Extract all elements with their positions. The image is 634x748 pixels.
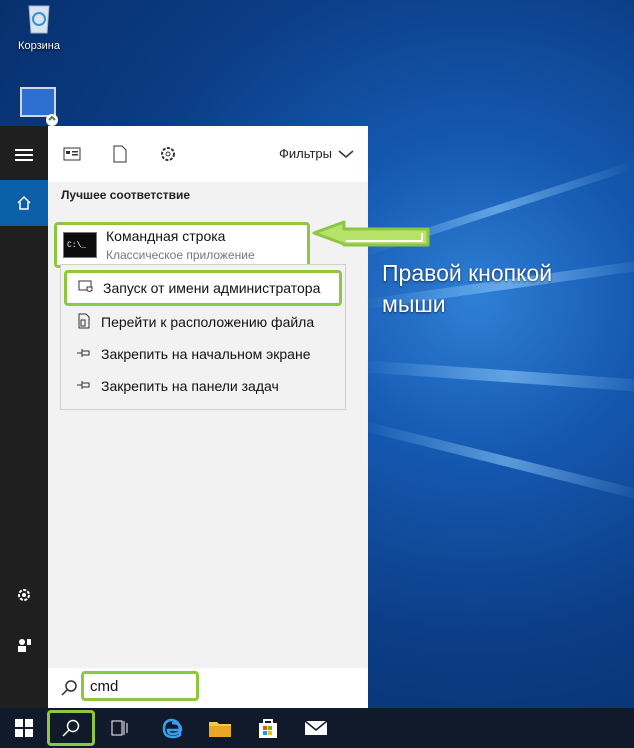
pin-icon (73, 347, 95, 362)
file-explorer-button[interactable] (196, 708, 244, 748)
home-icon (17, 195, 31, 210)
hamburger-menu-button[interactable] (0, 132, 48, 178)
task-view-icon (111, 720, 128, 736)
start-button[interactable] (0, 708, 48, 748)
annotation-line-2: мыши (382, 291, 446, 317)
command-prompt-icon: C:\_ (63, 232, 97, 258)
filters-dropdown[interactable]: Фильтры (279, 146, 354, 161)
start-left-rail (0, 126, 48, 708)
best-match-result[interactable]: C:\_ Командная строка Классическое прило… (54, 222, 310, 268)
mail-button[interactable] (292, 708, 340, 748)
result-subtitle: Классическое приложение (106, 248, 255, 262)
annotation-text: Правой кнопкой мыши (382, 258, 552, 320)
computer-icon (18, 84, 60, 126)
search-results-panel: Фильтры Лучшее соответствие C:\_ Командн… (48, 126, 368, 708)
home-button[interactable] (0, 180, 48, 226)
pin-to-taskbar-item[interactable]: Закрепить на панели задач (61, 371, 345, 401)
taskbar-search-button[interactable] (47, 710, 95, 746)
search-icon (62, 719, 80, 737)
mail-icon (304, 720, 328, 735)
filters-label: Фильтры (278, 146, 332, 161)
recycle-bin-icon (21, 0, 57, 34)
gear-icon (18, 589, 30, 601)
recycle-bin-label: Корзина (18, 40, 60, 52)
run-as-admin-item[interactable]: Запуск от имени администратора (64, 270, 342, 306)
open-file-location-item[interactable]: Перейти к расположению файла (61, 307, 345, 337)
result-title: Командная строка (106, 228, 226, 244)
pin-icon (73, 379, 95, 394)
context-item-label: Закрепить на начальном экране (101, 346, 311, 362)
shield-window-icon (75, 280, 97, 297)
taskbar (0, 708, 634, 748)
context-item-label: Перейти к расположению файла (101, 314, 315, 330)
store-icon (259, 719, 277, 738)
document-filter-icon[interactable] (110, 144, 130, 164)
search-icon (60, 679, 78, 702)
apps-filter-icon[interactable] (62, 144, 82, 164)
chevron-down-icon (338, 149, 354, 158)
settings-filter-icon[interactable] (158, 144, 178, 164)
annotation-arrow-icon (312, 220, 430, 247)
settings-button[interactable] (0, 572, 48, 618)
windows-logo-icon (15, 719, 33, 737)
folder-icon (209, 722, 231, 737)
wallpaper-beam (358, 420, 634, 503)
svg-text:C:\_: C:\_ (67, 241, 86, 250)
best-match-heading: Лучшее соответствие (61, 188, 191, 202)
context-menu: Запуск от имени администратора Перейти к… (60, 264, 346, 410)
feedback-icon (18, 639, 31, 652)
feedback-button[interactable] (0, 622, 48, 668)
search-bar: cmd (48, 668, 368, 708)
hamburger-icon (15, 149, 33, 161)
wallpaper-beam (359, 360, 634, 393)
search-toolbar: Фильтры (48, 126, 368, 182)
context-item-label: Запуск от имени администратора (103, 280, 321, 296)
recycle-bin-desktop-icon[interactable]: Корзина (12, 0, 66, 52)
file-location-icon (73, 313, 95, 332)
edge-button[interactable] (148, 708, 196, 748)
edge-icon (162, 718, 183, 739)
search-input[interactable]: cmd (81, 671, 199, 701)
pin-to-start-item[interactable]: Закрепить на начальном экране (61, 339, 345, 369)
store-button[interactable] (244, 708, 292, 748)
context-item-label: Закрепить на панели задач (101, 378, 279, 394)
computer-desktop-icon[interactable] (12, 84, 66, 126)
task-view-button[interactable] (96, 708, 144, 748)
annotation-line-1: Правой кнопкой (382, 260, 553, 286)
